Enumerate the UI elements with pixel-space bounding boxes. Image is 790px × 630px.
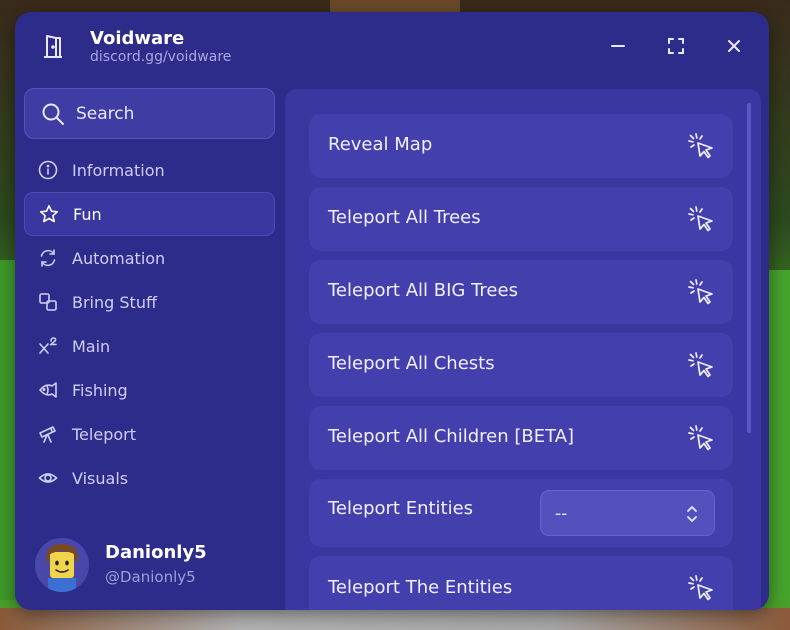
action-row-teleport-all-trees[interactable]: Teleport All Trees [309,187,733,251]
action-row-teleport-all-chests[interactable]: Teleport All Chests [309,333,733,397]
sidebar-item-visuals[interactable]: Visuals [24,456,275,500]
fish-icon [38,380,58,400]
maximize-icon [668,38,684,54]
copy-icon [38,292,58,312]
info-icon [38,160,58,180]
app-title: Voidware [90,28,185,49]
sidebar-nav: Information Fun Automation Bring Stuff M… [24,148,275,534]
sidebar-item-label: Bring Stuff [72,292,157,312]
sidebar-item-label: Fishing [72,380,128,400]
sidebar-item-label: Information [72,160,165,180]
star-icon [39,204,59,224]
row-label: Teleport The Entities [328,577,513,598]
sidebar-item-label: Fun [73,204,102,224]
close-icon [728,40,740,52]
main-scrollbar[interactable] [747,103,751,433]
row-label: Reveal Map [328,134,433,155]
maximize-button[interactable] [664,34,688,58]
sidebar-item-label: Main [72,336,111,356]
sidebar-item-bring-stuff[interactable]: Bring Stuff [24,280,275,324]
search-input[interactable]: Search [24,88,275,139]
click-pointer-icon [687,574,715,602]
username: Danionly5 [105,542,207,563]
user-handle: @Danionly5 [105,568,196,586]
row-label: Teleport All Chests [328,353,495,374]
row-label: Teleport Entities [328,498,474,519]
select-value: -- [555,504,568,524]
sidebar-item-fun[interactable]: Fun [24,192,275,236]
action-row-teleport-all-big-trees[interactable]: Teleport All BIG Trees [309,260,733,324]
sidebar-item-label: Teleport [72,424,136,444]
click-pointer-icon [687,424,715,452]
minimize-button[interactable] [606,34,630,58]
app-subtitle: discord.gg/voidware [90,49,232,65]
background-grass-right [768,270,790,600]
search-label: Search [76,103,135,124]
refresh-icon [38,248,58,268]
eye-icon [38,468,58,488]
sidebar-item-main[interactable]: Main [24,324,275,368]
sidebar-item-label: Visuals [72,468,129,488]
sidebar-item-automation[interactable]: Automation [24,236,275,280]
minimize-icon [611,45,625,47]
search-icon [42,103,64,125]
action-row-teleport-the-entities[interactable]: Teleport The Entities [309,556,733,610]
click-pointer-icon [687,351,715,379]
telescope-icon [38,424,58,444]
click-pointer-icon [687,278,715,306]
action-row-teleport-all-children[interactable]: Teleport All Children [BETA] [309,406,733,470]
user-profile: Danionly5 @Danionly5 [35,538,275,598]
sidebar-item-fishing[interactable]: Fishing [24,368,275,412]
row-label: Teleport All BIG Trees [328,280,518,301]
teleport-entities-select[interactable]: -- [540,490,715,536]
click-pointer-icon [687,132,715,160]
title-bar[interactable]: Voidware discord.gg/voidware [15,12,769,82]
sidebar: Search Information Fun Automation Bring … [15,82,283,610]
voidware-window: Voidware discord.gg/voidware Search Info… [15,12,769,610]
dropdown-row-teleport-entities: Teleport Entities -- [309,479,733,547]
sidebar-item-teleport[interactable]: Teleport [24,412,275,456]
sidebar-fade-overlay [15,502,283,542]
door-logo-icon [39,32,67,60]
sidebar-item-label: Automation [72,248,166,268]
superscript-icon [38,336,58,356]
action-row-reveal-map[interactable]: Reveal Map [309,114,733,178]
close-button[interactable] [722,34,746,58]
avatar[interactable] [35,538,89,592]
click-pointer-icon [687,205,715,233]
main-panel: Reveal Map Teleport All Trees Teleport A… [285,89,761,610]
sidebar-item-information[interactable]: Information [24,148,275,192]
background-wood-top [330,0,460,12]
chevron-up-down-icon [684,503,700,525]
row-label: Teleport All Children [BETA] [328,426,575,447]
background-floor [0,608,790,630]
row-label: Teleport All Trees [328,207,481,228]
